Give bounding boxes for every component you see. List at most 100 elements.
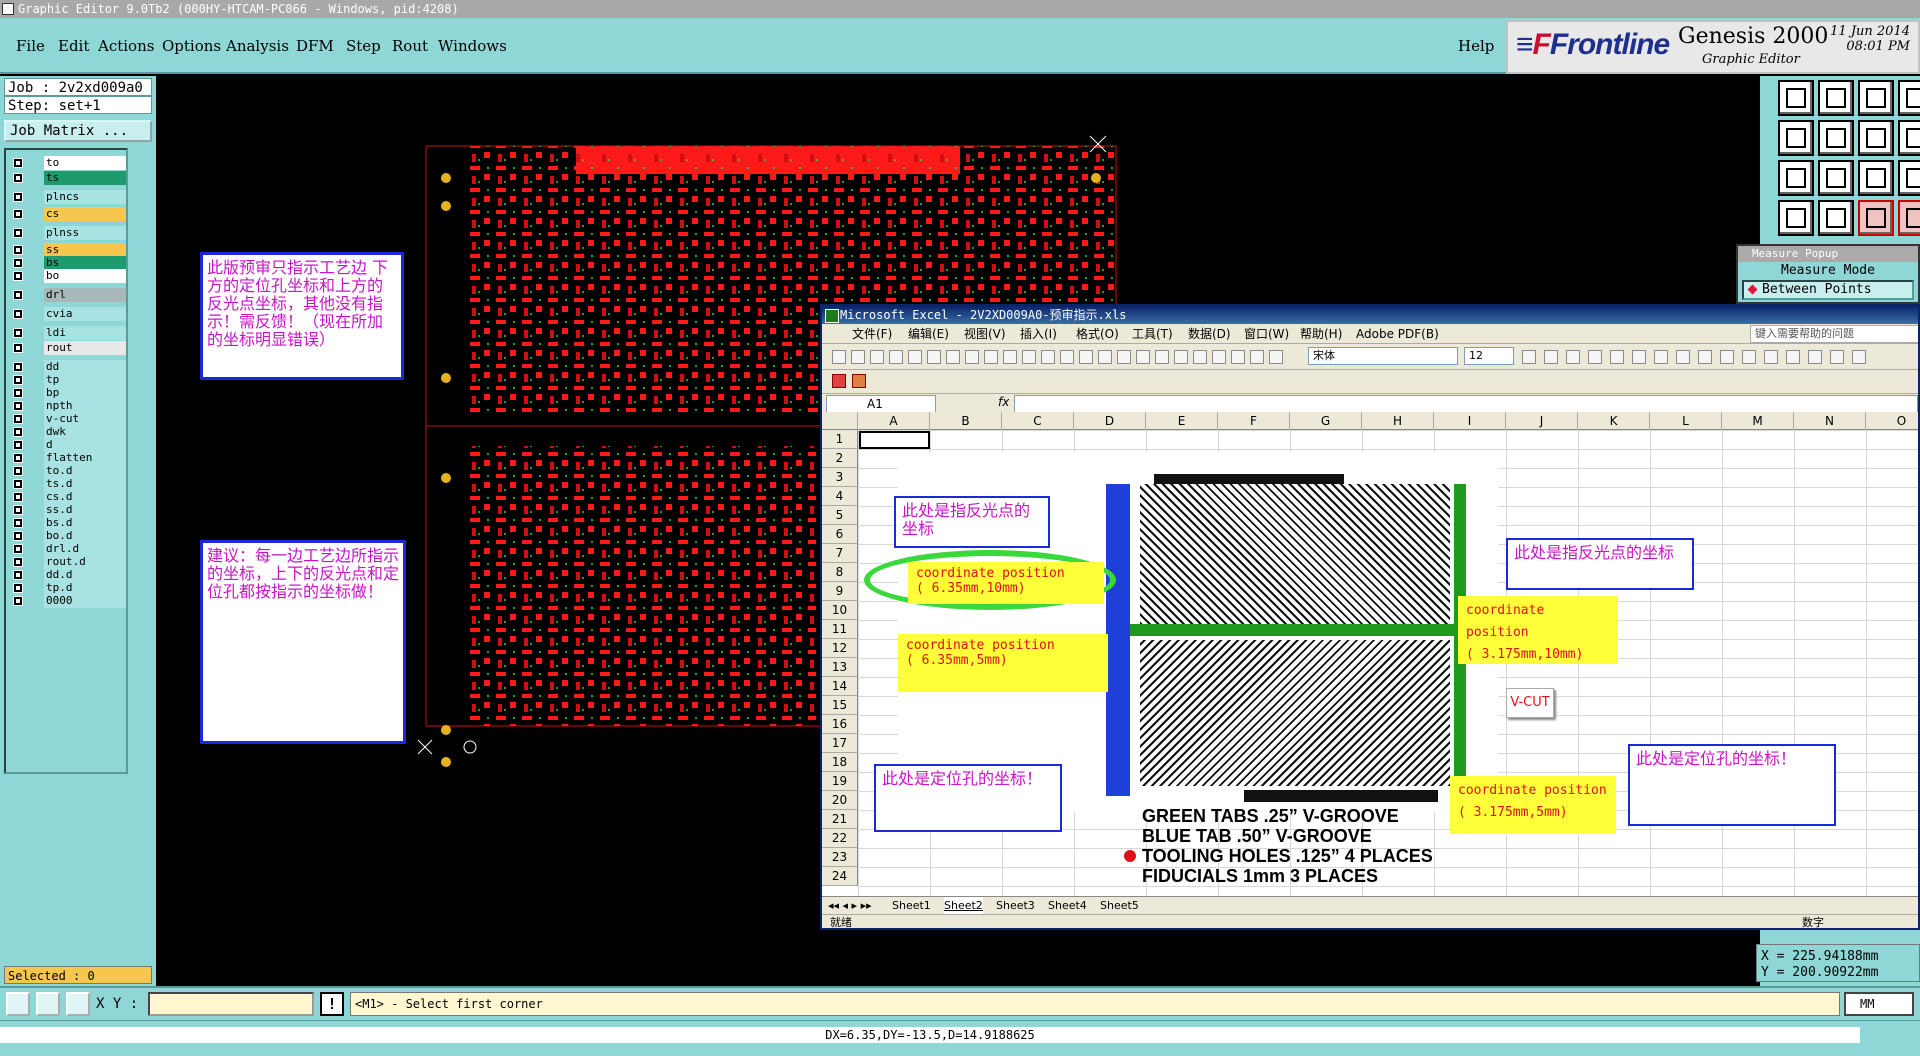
rotate-icon[interactable] xyxy=(1898,120,1920,156)
layer-row-dwk[interactable]: dwk xyxy=(10,425,130,439)
row-header[interactable]: 20 xyxy=(822,791,858,810)
layer-row-d[interactable]: d xyxy=(10,438,130,452)
column-header-H[interactable]: H xyxy=(1362,412,1434,430)
zoom-icon[interactable] xyxy=(1858,120,1894,156)
layer-checkbox[interactable] xyxy=(13,583,23,593)
menu-options[interactable]: Options xyxy=(162,37,221,55)
layer-checkbox[interactable] xyxy=(13,343,23,353)
layer-checkbox[interactable] xyxy=(13,375,23,385)
layer-row-npth[interactable]: npth xyxy=(10,399,130,413)
layer-row-dd.d[interactable]: dd.d xyxy=(10,568,130,582)
prev-icon[interactable] xyxy=(1778,120,1814,156)
layer-checkbox[interactable] xyxy=(13,427,23,437)
layer-list-scrollbar[interactable] xyxy=(132,148,152,774)
between-points-option[interactable]: Between Points xyxy=(1742,280,1914,300)
excel-format-icon[interactable] xyxy=(1698,350,1712,364)
layer-row-drl[interactable]: drl xyxy=(10,288,130,302)
excel-format-icon[interactable] xyxy=(1544,350,1558,364)
layer-checkbox[interactable] xyxy=(13,309,23,319)
layer-name[interactable]: cvia xyxy=(44,307,126,321)
layer-name[interactable]: bo.d xyxy=(44,529,126,543)
menu-edit[interactable]: Edit xyxy=(58,37,89,55)
layout-icon[interactable] xyxy=(1898,80,1920,116)
layer-name[interactable]: tp xyxy=(44,373,126,387)
column-header-D[interactable]: D xyxy=(1074,412,1146,430)
sheet-tab-5[interactable]: Sheet5 xyxy=(1100,897,1139,915)
font-size-select[interactable]: 12 xyxy=(1464,347,1514,365)
column-header-F[interactable]: F xyxy=(1218,412,1290,430)
layer-checkbox[interactable] xyxy=(13,453,23,463)
excel-format-icon[interactable] xyxy=(1632,350,1646,364)
layer-checkbox[interactable] xyxy=(13,271,23,281)
excel-tool-icon[interactable] xyxy=(1174,350,1188,364)
fit-icon[interactable] xyxy=(1778,160,1814,196)
next-icon[interactable] xyxy=(1818,120,1854,156)
menu-analysis[interactable]: Analysis xyxy=(226,37,289,55)
layer-row-rout[interactable]: rout xyxy=(10,341,130,355)
layer-checkbox[interactable] xyxy=(13,388,23,398)
netlist-icon[interactable] xyxy=(1898,200,1920,236)
warning-icon[interactable]: ! xyxy=(320,992,344,1016)
layer-row-flatten[interactable]: flatten xyxy=(10,451,130,465)
row-header[interactable]: 12 xyxy=(822,639,858,658)
layer-checkbox[interactable] xyxy=(13,290,23,300)
sheet-nav-arrows[interactable]: ◂◂ ◂ ▸ ▸▸ xyxy=(828,897,872,915)
row-header[interactable]: 19 xyxy=(822,772,858,791)
excel-help-box[interactable]: 键入需要帮助的问题 xyxy=(1750,325,1918,343)
layer-row-bp[interactable]: bp xyxy=(10,386,130,400)
layer-row-cvia[interactable]: cvia xyxy=(10,307,130,321)
layer-row-cs[interactable]: cs xyxy=(10,207,130,221)
layer-row-plnss[interactable]: plnss xyxy=(10,226,130,240)
layer-name[interactable]: dwk xyxy=(44,425,126,439)
row-header[interactable]: 2 xyxy=(822,449,858,468)
excel-tool-icon[interactable] xyxy=(1060,350,1074,364)
layer-name[interactable]: to.d xyxy=(44,464,126,478)
column-header-N[interactable]: N xyxy=(1794,412,1866,430)
excel-tool-icon[interactable] xyxy=(965,350,979,364)
column-header-G[interactable]: G xyxy=(1290,412,1362,430)
probe-icon[interactable] xyxy=(1818,200,1854,236)
select-all-corner[interactable] xyxy=(822,412,858,430)
excel-menu-1[interactable]: 编辑(E) xyxy=(908,324,949,344)
pdf-icon[interactable] xyxy=(832,374,846,388)
layer-checkbox[interactable] xyxy=(13,466,23,476)
layer-row-v-cut[interactable]: v-cut xyxy=(10,412,130,426)
sheet-tab-1[interactable]: Sheet1 xyxy=(892,897,931,915)
layer-name[interactable]: 0000 xyxy=(44,594,126,608)
excel-tool-icon[interactable] xyxy=(1041,350,1055,364)
layer-name[interactable]: d xyxy=(44,438,126,452)
excel-tool-icon[interactable] xyxy=(832,350,846,364)
excel-format-icon[interactable] xyxy=(1720,350,1734,364)
layer-name[interactable]: drl.d xyxy=(44,542,126,556)
layer-name[interactable]: ss xyxy=(44,243,126,257)
layer-row-dd[interactable]: dd xyxy=(10,360,130,374)
row-header[interactable]: 7 xyxy=(822,544,858,563)
layer-row-tp.d[interactable]: tp.d xyxy=(10,581,130,595)
pan-icon[interactable] xyxy=(1778,200,1814,236)
layer-name[interactable]: dd xyxy=(44,360,126,374)
excel-menu-5[interactable]: 工具(T) xyxy=(1132,324,1173,344)
excel-tool-icon[interactable] xyxy=(851,350,865,364)
home-icon[interactable] xyxy=(1858,80,1894,116)
spreadsheet-grid[interactable]: ABCDEFGHIJKLMNO 1 2 3 4 5 6 7 8 9 10 11 12 13 14 15 16 1… xyxy=(822,412,1918,896)
excel-menu-6[interactable]: 数据(D) xyxy=(1188,324,1231,344)
layer-row-to.d[interactable]: to.d xyxy=(10,464,130,478)
save-icon[interactable] xyxy=(1818,80,1854,116)
layer-checkbox[interactable] xyxy=(13,362,23,372)
layer-row-ts[interactable]: ts xyxy=(10,171,130,185)
excel-tool-icon[interactable] xyxy=(1250,350,1264,364)
layer-row-tp[interactable]: tp xyxy=(10,373,130,387)
excel-format-icon[interactable] xyxy=(1764,350,1778,364)
layer-name[interactable]: ts xyxy=(44,171,126,185)
menu-step[interactable]: Step xyxy=(346,37,381,55)
column-header-C[interactable]: C xyxy=(1002,412,1074,430)
layer-checkbox[interactable] xyxy=(13,258,23,268)
layer-name[interactable]: ldi xyxy=(44,326,126,340)
layer-checkbox[interactable] xyxy=(13,158,23,168)
row-header[interactable]: 16 xyxy=(822,715,858,734)
job-matrix-button[interactable]: Job Matrix ... xyxy=(4,120,152,142)
layer-checkbox[interactable] xyxy=(13,192,23,202)
layer-name[interactable]: to xyxy=(44,156,126,170)
layer-name[interactable]: rout.d xyxy=(44,555,126,569)
excel-menu-8[interactable]: 帮助(H) xyxy=(1300,324,1342,344)
